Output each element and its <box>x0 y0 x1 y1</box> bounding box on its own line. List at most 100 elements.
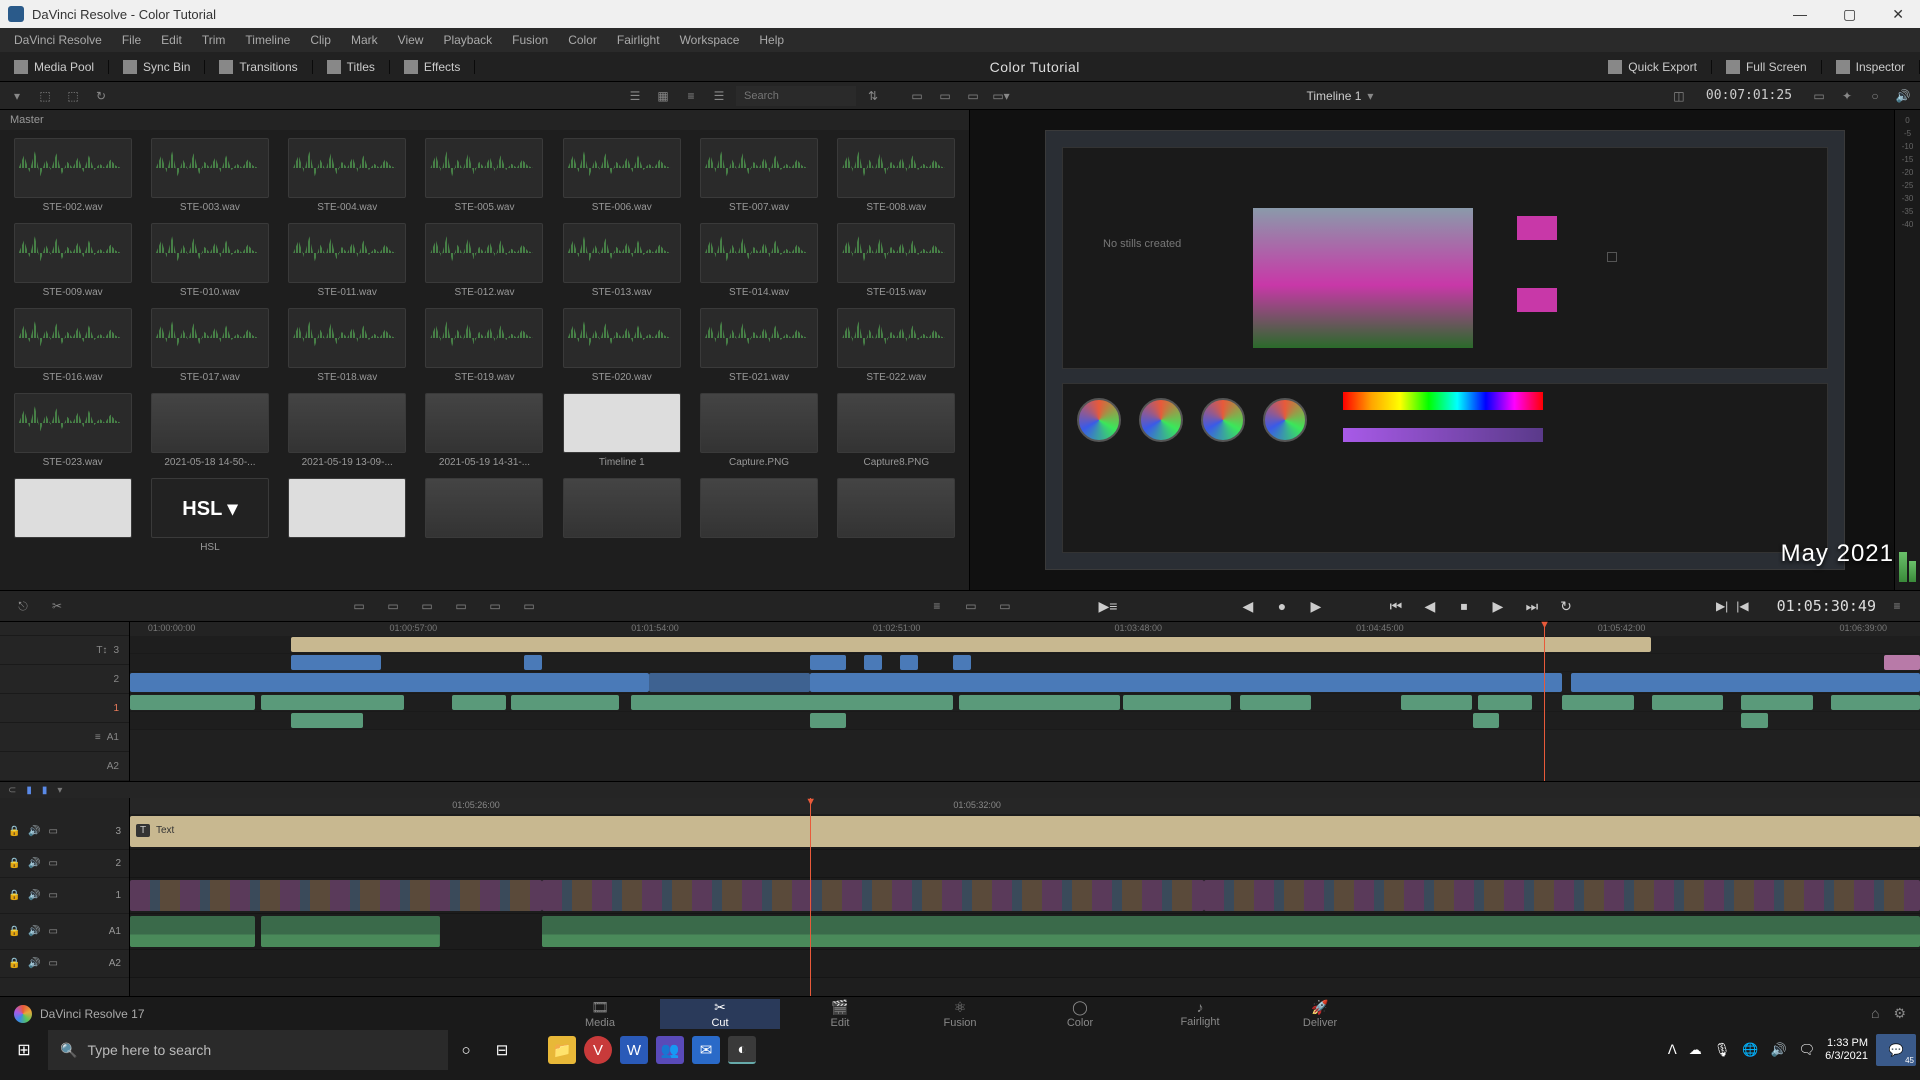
lock-icon[interactable]: 🔒 <box>8 890 20 902</box>
timeline-name[interactable]: Timeline 1 <box>1306 89 1361 103</box>
lower-ruler[interactable]: 01:05:26:0001:05:32:00 <box>130 798 1920 814</box>
media-clip[interactable]: STE-006.wav <box>557 138 686 213</box>
settings-icon[interactable]: ⚙ <box>1893 1005 1906 1022</box>
sync-bin-button[interactable]: Sync Bin <box>109 60 205 74</box>
media-clip[interactable]: STE-013.wav <box>557 223 686 298</box>
go-next-icon[interactable]: ▶| <box>1716 599 1728 613</box>
menu-help[interactable]: Help <box>751 31 792 49</box>
video-toggle-icon[interactable]: ▭ <box>48 958 57 969</box>
sort-icon[interactable]: ⇅ <box>862 86 884 106</box>
home-icon[interactable]: ⌂ <box>1871 1005 1879 1022</box>
marker-menu-icon[interactable]: ▾ <box>57 785 62 796</box>
menu-view[interactable]: View <box>390 31 432 49</box>
safe-area-icon[interactable]: ◫ <box>1668 86 1690 106</box>
breadcrumb[interactable]: Master <box>0 110 969 130</box>
menu-davinci-resolve[interactable]: DaVinci Resolve <box>6 31 110 49</box>
media-clip[interactable]: STE-005.wav <box>420 138 549 213</box>
media-clip[interactable]: STE-016.wav <box>8 308 137 383</box>
view-detailed-icon[interactable]: ☰ <box>708 86 730 106</box>
boring-detector-icon[interactable]: ⎋ <box>10 594 36 618</box>
page-deliver[interactable]: 🚀Deliver <box>1260 999 1380 1029</box>
notification-center[interactable]: 💬 45 <box>1876 1034 1916 1066</box>
audio-toggle-icon[interactable]: 🔊 <box>28 826 40 837</box>
media-clip[interactable] <box>283 478 412 553</box>
first-frame-icon[interactable]: ⏮ <box>1382 593 1410 619</box>
lock-icon[interactable]: 🔒 <box>8 926 20 938</box>
audio-clip[interactable] <box>261 916 440 947</box>
track-header[interactable]: 🔒🔊▭A2 <box>0 950 129 978</box>
audio-clip[interactable] <box>130 916 255 947</box>
transitions-button[interactable]: Transitions <box>205 60 312 74</box>
outlook-icon[interactable]: ✉ <box>692 1036 720 1064</box>
upper-playhead[interactable] <box>1544 622 1545 781</box>
media-clip[interactable] <box>8 478 137 553</box>
mute-icon[interactable]: 🔊 <box>1892 86 1914 106</box>
mic-icon[interactable]: 🎙 <box>1714 1042 1731 1058</box>
menu-workspace[interactable]: Workspace <box>672 31 748 49</box>
media-clip[interactable] <box>832 478 961 553</box>
loop-playback-icon[interactable]: ↻ <box>1552 593 1580 619</box>
media-clip[interactable]: Capture.PNG <box>694 393 823 468</box>
snap-icon[interactable]: ⊂ <box>8 785 16 796</box>
page-color[interactable]: ◯Color <box>1020 999 1140 1029</box>
media-clip[interactable]: STE-015.wav <box>832 223 961 298</box>
teams-icon[interactable]: 👥 <box>656 1036 684 1064</box>
tools-2-icon[interactable]: ▭ <box>958 594 984 618</box>
search-input[interactable] <box>736 86 856 106</box>
play-icon[interactable]: ▶ <box>1484 593 1512 619</box>
split-icon[interactable]: ✂ <box>44 594 70 618</box>
media-clip[interactable]: STE-004.wav <box>283 138 412 213</box>
media-clip[interactable] <box>557 478 686 553</box>
page-fusion[interactable]: ⚛Fusion <box>900 999 1020 1029</box>
media-clip[interactable]: STE-008.wav <box>832 138 961 213</box>
media-clip[interactable] <box>694 478 823 553</box>
list-dropdown-icon[interactable]: ▾ <box>6 86 28 106</box>
onedrive-icon[interactable]: ☁ <box>1689 1042 1702 1058</box>
taskbar-search[interactable]: 🔍 Type here to search <box>48 1030 448 1070</box>
smart-insert-icon[interactable]: ▭ <box>346 594 372 618</box>
import-folder-icon[interactable]: ⬚ <box>62 86 84 106</box>
append-icon[interactable]: ▭ <box>380 594 406 618</box>
audio-toggle-icon[interactable]: 🔊 <box>28 958 40 969</box>
export-button[interactable]: Quick Export <box>1594 60 1712 74</box>
media-clip[interactable]: Timeline 1 <box>557 393 686 468</box>
inspector-button[interactable]: Inspector <box>1822 60 1920 74</box>
video-clip[interactable] <box>1204 880 1920 911</box>
volume-icon[interactable]: 🔊 <box>1770 1042 1786 1058</box>
track-header[interactable]: 🔒🔊▭2 <box>0 850 129 878</box>
menu-trim[interactable]: Trim <box>194 31 234 49</box>
media-clip[interactable]: STE-018.wav <box>283 308 412 383</box>
audio-toggle-icon[interactable]: 🔊 <box>28 926 40 937</box>
lower-playhead[interactable] <box>810 798 811 996</box>
fast-review-icon[interactable]: ▶≡ <box>1094 593 1122 619</box>
file-explorer-icon[interactable]: 📁 <box>548 1036 576 1064</box>
taskbar-clock[interactable]: 1:33 PM 6/3/2021 <box>1825 1037 1876 1063</box>
import-media-icon[interactable]: ⬚ <box>34 86 56 106</box>
page-edit[interactable]: 🎬Edit <box>780 999 900 1029</box>
menu-file[interactable]: File <box>114 31 149 49</box>
upper-ruler[interactable]: 01:00:00:0001:00:57:0001:01:54:0001:02:5… <box>130 622 1920 636</box>
lock-icon[interactable]: 🔒 <box>8 826 20 838</box>
audio-clip[interactable] <box>542 916 1920 947</box>
media-clip[interactable]: 2021-05-19 13-09-... <box>283 393 412 468</box>
audio-sync-icon[interactable]: ≡ <box>95 732 101 743</box>
jog-icon[interactable]: ● <box>1268 593 1296 619</box>
viewer-mode-1-icon[interactable]: ▭ <box>906 86 928 106</box>
flag-icon[interactable]: ▮ <box>42 785 48 796</box>
resolve-task-icon[interactable]: ◐ <box>728 1036 756 1064</box>
media-clip[interactable]: STE-009.wav <box>8 223 137 298</box>
track-header[interactable]: 🔒🔊▭A1 <box>0 914 129 950</box>
titles-button[interactable]: Titles <box>313 60 390 74</box>
viewer-mode-2-icon[interactable]: ▭ <box>934 86 956 106</box>
menu-fairlight[interactable]: Fairlight <box>609 31 668 49</box>
text-clip[interactable]: T Text <box>130 816 1920 847</box>
media-clip[interactable]: Capture8.PNG <box>832 393 961 468</box>
network-icon[interactable]: 🌐 <box>1742 1042 1758 1058</box>
next-edit-icon[interactable]: ▶ <box>1302 593 1330 619</box>
track-header[interactable]: 🔒🔊▭1 <box>0 878 129 914</box>
start-button[interactable]: ⊞ <box>0 1030 48 1070</box>
view-list-icon[interactable]: ☰ <box>624 86 646 106</box>
sync-icon[interactable]: ↻ <box>90 86 112 106</box>
media-clip[interactable]: STE-011.wav <box>283 223 412 298</box>
ripple-icon[interactable]: ▭ <box>414 594 440 618</box>
